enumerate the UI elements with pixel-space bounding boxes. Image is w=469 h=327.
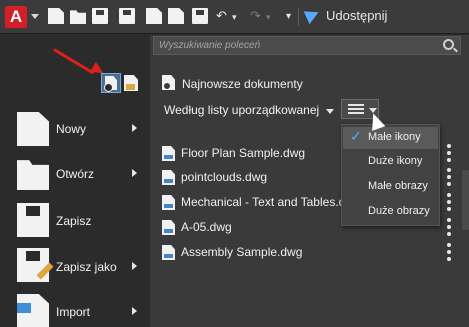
menu-item-open[interactable]: Otwórz: [0, 148, 150, 198]
view-option-large-images[interactable]: Duże obrazy: [343, 201, 438, 223]
checkmark-icon: ✓: [350, 128, 362, 144]
file-name[interactable]: pointclouds.dwg: [181, 170, 351, 184]
autocad-logo-icon: A: [5, 6, 27, 28]
list-view-icon: [348, 104, 364, 115]
quick-access-toolbar: A ↶ ▾ ↷ ▾ ▾ Udostępnij: [0, 0, 469, 34]
panel-title: Najnowsze dokumenty: [182, 77, 303, 91]
menu-item-label: Zapisz: [56, 214, 92, 228]
redo-dropdown-icon[interactable]: ▾: [266, 12, 271, 23]
menu-item-import[interactable]: Import: [0, 286, 150, 327]
menu-item-label: Nowy: [56, 122, 87, 136]
recent-documents-button[interactable]: [101, 73, 121, 93]
chevron-right-icon: [132, 307, 137, 315]
file-name[interactable]: Mechanical - Text and Tables.dwg: [181, 195, 351, 209]
more-options-icon[interactable]: [446, 193, 452, 213]
menu-item-label: Otwórz: [56, 167, 95, 181]
file-name[interactable]: Assembly Sample.dwg: [181, 245, 351, 259]
dwg-file-icon: [162, 220, 175, 235]
undo-icon[interactable]: ↶: [216, 8, 227, 24]
chevron-right-icon: [132, 124, 137, 132]
open-folder-icon: [17, 160, 49, 190]
more-options-icon[interactable]: [446, 218, 452, 238]
file-name[interactable]: A-05.dwg: [181, 220, 351, 234]
save-as-icon[interactable]: [119, 8, 135, 24]
open-documents-icon: [126, 84, 135, 90]
save-web-icon[interactable]: [168, 8, 184, 24]
more-options-icon[interactable]: [446, 168, 452, 188]
open-icon[interactable]: [70, 10, 86, 24]
file-name[interactable]: Floor Plan Sample.dwg: [181, 146, 351, 160]
order-by-dropdown[interactable]: Według listy uporządkowanej: [164, 103, 319, 117]
import-arrow-icon: [17, 303, 31, 313]
new-icon[interactable]: [48, 8, 64, 24]
view-option-small-icons[interactable]: ✓ Małe ikony: [343, 127, 438, 149]
command-search-input[interactable]: Wyszukiwanie poleceń: [153, 36, 461, 55]
clock-icon: [104, 83, 113, 92]
view-option-label: Duże obrazy: [368, 205, 430, 217]
new-document-icon: [17, 112, 49, 146]
chevron-down-icon: [31, 14, 39, 19]
view-option-label: Duże ikony: [368, 155, 423, 167]
menu-item-label: Import: [56, 305, 91, 319]
chevron-right-icon: [132, 169, 137, 177]
undo-dropdown-icon[interactable]: ▾: [232, 12, 237, 23]
import-icon: [17, 294, 49, 327]
clock-icon: [163, 82, 171, 90]
dwg-file-icon: [162, 170, 175, 185]
menu-item-save-as[interactable]: Zapisz jako: [0, 240, 150, 290]
share-icon[interactable]: [303, 5, 322, 25]
chevron-right-icon: [132, 262, 137, 270]
search-placeholder: Wyszukiwanie poleceń: [159, 40, 261, 51]
menu-item-label: Zapisz jako: [56, 260, 117, 274]
save-disk-icon: [17, 203, 49, 237]
scrollbar[interactable]: [462, 170, 469, 230]
dwg-file-icon: [162, 195, 175, 210]
search-icon[interactable]: [443, 39, 454, 50]
chevron-down-icon[interactable]: [326, 109, 334, 114]
view-option-label: Małe ikony: [368, 131, 421, 143]
recent-file-row[interactable]: Assembly Sample.dwg: [160, 241, 460, 265]
more-options-icon[interactable]: [446, 144, 452, 164]
save-as-disk-icon: [17, 248, 54, 282]
more-options-icon[interactable]: [446, 243, 452, 263]
toolbar-separator: [298, 8, 299, 26]
save-icon[interactable]: [92, 8, 108, 24]
dwg-file-icon: [162, 146, 175, 161]
plot-icon[interactable]: [192, 8, 208, 24]
application-menu-button[interactable]: A: [2, 4, 40, 30]
menu-item-save[interactable]: Zapisz: [0, 195, 150, 245]
customize-toolbar-icon[interactable]: ▾: [286, 11, 291, 22]
view-option-label: Małe obrazy: [368, 180, 428, 192]
menu-item-new[interactable]: Nowy: [0, 104, 150, 154]
open-web-icon[interactable]: [146, 8, 162, 24]
view-mode-menu: ✓ Małe ikony Duże ikony Małe obrazy Duże…: [341, 124, 440, 226]
open-documents-button[interactable]: [124, 75, 138, 91]
redo-icon[interactable]: ↷: [250, 8, 261, 24]
view-option-large-icons[interactable]: Duże ikony: [343, 151, 438, 173]
pencil-icon: [36, 262, 54, 280]
view-option-small-images[interactable]: Małe obrazy: [343, 176, 438, 198]
dwg-file-icon: [162, 245, 175, 260]
share-button[interactable]: Udostępnij: [326, 8, 387, 23]
